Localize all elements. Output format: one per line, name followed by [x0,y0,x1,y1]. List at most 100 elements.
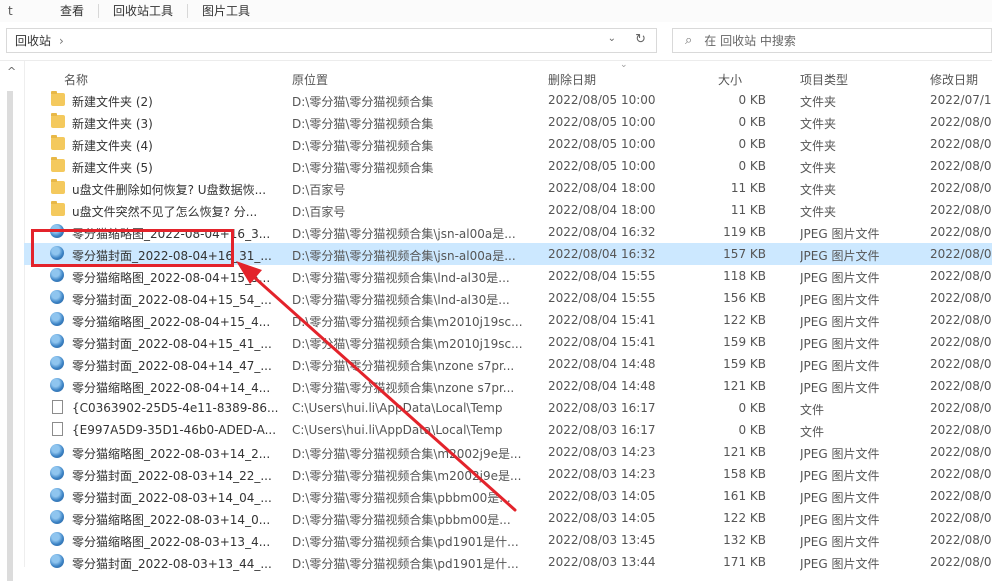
date-modified: 2022/08/0 [930,335,992,349]
file-name: 零分猫缩略图_2022-08-04+14_4... [72,381,271,395]
file-size: 122 KB [723,313,766,327]
file-name: 零分猫封面_2022-08-04+15_54_... [72,293,272,307]
file-size: 159 KB [723,335,766,349]
item-type: JPEG 图片文件 [800,293,880,307]
file-row[interactable]: {C0363902-25D5-4e11-8389-86... C:\Users\h… [24,397,992,419]
folder-icon [51,157,65,172]
nav-scrollbar-thumb[interactable] [7,91,13,581]
item-type: 文件 [800,403,825,417]
original-location: D:\百家号 [292,205,346,219]
column-date-deleted[interactable]: 删除日期 [548,71,596,88]
item-type: JPEG 图片文件 [800,535,880,549]
file-row[interactable]: u盘文件突然不见了怎么恢复? 分... D:\百家号 2022/08/04 18:0… [24,199,992,221]
item-type: 文件夹 [800,95,837,109]
file-row[interactable]: 零分猫封面_2022-08-04+14_47_... D:\零分猫\零分猫视频合集… [24,353,992,375]
refresh-icon[interactable]: ↻ [635,32,646,47]
file-row[interactable]: {E997A5D9-35D1-46b0-ADED-A... C:\Users\hu… [24,419,992,441]
file-row[interactable]: 新建文件夹 (4) D:\零分猫\零分猫视频合集 2022/08/05 10:00 0… [24,133,992,155]
file-size: 122 KB [723,511,766,525]
file-name: 零分猫封面_2022-08-03+14_22_... [72,469,272,483]
file-size: 161 KB [723,489,766,503]
item-type: JPEG 图片文件 [800,271,880,285]
breadcrumb-chevron-icon[interactable]: › [59,34,64,48]
file-name: 零分猫封面_2022-08-03+13_44_... [72,557,272,571]
file-size: 0 KB [738,115,766,129]
column-item-type[interactable]: 项目类型 [800,71,848,88]
date-deleted: 2022/08/04 16:32 [548,247,656,261]
column-original-location[interactable]: 原位置 [292,71,328,88]
address-bar[interactable]: 回收站 › ⌄ ↻ [6,28,657,53]
file-icon [52,422,63,436]
column-name[interactable]: 名称 [64,71,88,88]
folder-icon [51,135,65,150]
original-location: C:\Users\hui.li\AppData\Local\Temp [292,401,503,415]
item-type: JPEG 图片文件 [800,249,880,263]
item-type: 文件夹 [800,117,837,131]
date-modified: 2022/08/0 [930,357,992,371]
jpeg-image-icon [50,444,64,458]
file-name: u盘文件突然不见了怎么恢复? 分... [72,205,258,219]
file-row[interactable]: 新建文件夹 (5) D:\零分猫\零分猫视频合集 2022/08/05 10:00 0… [24,155,992,177]
search-placeholder: 在 回收站 中搜索 [704,34,796,48]
file-name: 零分猫缩略图_2022-08-04+15_5... [72,271,271,285]
file-row[interactable]: 零分猫缩略图_2022-08-03+13_4... D:\零分猫\零分猫视频合集\… [24,529,992,551]
date-modified: 2022/08/0 [930,401,992,415]
file-size: 119 KB [723,225,766,239]
file-row[interactable]: 零分猫缩略图_2022-08-03+14_2... D:\零分猫\零分猫视频合集\… [24,441,992,463]
ribbon-file-tab[interactable]: t [0,4,46,18]
file-row[interactable]: 零分猫封面_2022-08-03+14_04_... D:\零分猫\零分猫视频合集… [24,485,992,507]
date-deleted: 2022/08/03 14:23 [548,467,656,481]
date-modified: 2022/08/0 [930,203,992,217]
scroll-up-icon[interactable]: ^ [7,65,16,78]
folder-icon [51,91,65,106]
item-type: JPEG 图片文件 [800,337,880,351]
date-deleted: 2022/08/03 14:05 [548,489,656,503]
file-row[interactable]: 新建文件夹 (3) D:\零分猫\零分猫视频合集 2022/08/05 10:00 0… [24,111,992,133]
item-type: JPEG 图片文件 [800,469,880,483]
item-type: 文件夹 [800,205,837,219]
date-modified: 2022/08/0 [930,445,992,459]
column-size[interactable]: 大小 [718,71,742,88]
column-date-modified[interactable]: 修改日期 [930,71,978,88]
file-name: 零分猫缩略图_2022-08-04+15_4... [72,315,271,329]
date-modified: 2022/08/0 [930,379,992,393]
search-box[interactable]: ⌕ 在 回收站 中搜索 [672,28,992,53]
file-row[interactable]: 零分猫封面_2022-08-04+15_54_... D:\零分猫\零分猫视频合集… [24,287,992,309]
item-type: JPEG 图片文件 [800,359,880,373]
file-name: 零分猫封面_2022-08-03+14_04_... [72,491,272,505]
file-row[interactable]: 零分猫封面_2022-08-04+15_41_... D:\零分猫\零分猫视频合集… [24,331,992,353]
column-header: 名称 原位置 删除日期 大小 项目类型 修改日期 [24,68,992,88]
item-type: 文件夹 [800,139,837,153]
file-name: 新建文件夹 (4) [72,139,153,153]
ribbon-tab-picture-tools[interactable]: 图片工具 [188,4,264,18]
file-row[interactable]: 零分猫封面_2022-08-03+14_22_... D:\零分猫\零分猫视频合集… [24,463,992,485]
file-size: 159 KB [723,357,766,371]
jpeg-image-icon [50,356,64,370]
jpeg-image-icon [50,466,64,480]
file-row[interactable]: u盘文件删除如何恢复? U盘数据恢... D:\百家号 2022/08/04 18:… [24,177,992,199]
folder-icon [51,201,65,216]
ribbon-tab-recycle-tools[interactable]: 回收站工具 [99,4,189,18]
address-dropdown-icon[interactable]: ⌄ [608,33,616,44]
original-location: D:\零分猫\零分猫视频合集\m2002j9e是... [292,469,522,483]
date-modified: 2022/08/0 [930,291,992,305]
ribbon-tab-view[interactable]: 查看 [46,4,100,18]
ribbon-bar: t 查看 回收站工具 图片工具 [0,0,992,23]
jpeg-image-icon [50,378,64,392]
file-row[interactable]: 零分猫缩略图_2022-08-04+14_4... D:\零分猫\零分猫视频合集\… [24,375,992,397]
file-row[interactable]: 新建文件夹 (2) D:\零分猫\零分猫视频合集 2022/08/05 10:00 0… [24,89,992,111]
file-row[interactable]: 零分猫缩略图_2022-08-04+15_5... D:\零分猫\零分猫视频合集\… [24,265,992,287]
breadcrumb-recycle-bin[interactable]: 回收站 [15,32,51,49]
file-name: 零分猫封面_2022-08-04+14_47_... [72,359,272,373]
original-location: D:\零分猫\零分猫视频合集\nzone s7pr... [292,381,515,395]
file-row[interactable]: 零分猫缩略图_2022-08-03+14_0... D:\零分猫\零分猫视频合集\… [24,507,992,529]
file-row[interactable]: 零分猫封面_2022-08-03+13_44_... D:\零分猫\零分猫视频合集… [24,551,992,573]
item-type: JPEG 图片文件 [800,447,880,461]
original-location: D:\零分猫\零分猫视频合集\lnd-al30是... [292,293,510,307]
file-row[interactable]: 零分猫缩略图_2022-08-04+15_4... D:\零分猫\零分猫视频合集\… [24,309,992,331]
original-location: D:\零分猫\零分猫视频合集\pd1901是什... [292,535,519,549]
file-name: 新建文件夹 (3) [72,117,153,131]
file-size: 0 KB [738,137,766,151]
folder-icon [51,113,65,128]
original-location: D:\零分猫\零分猫视频合集\pbbm00是... [292,491,511,505]
